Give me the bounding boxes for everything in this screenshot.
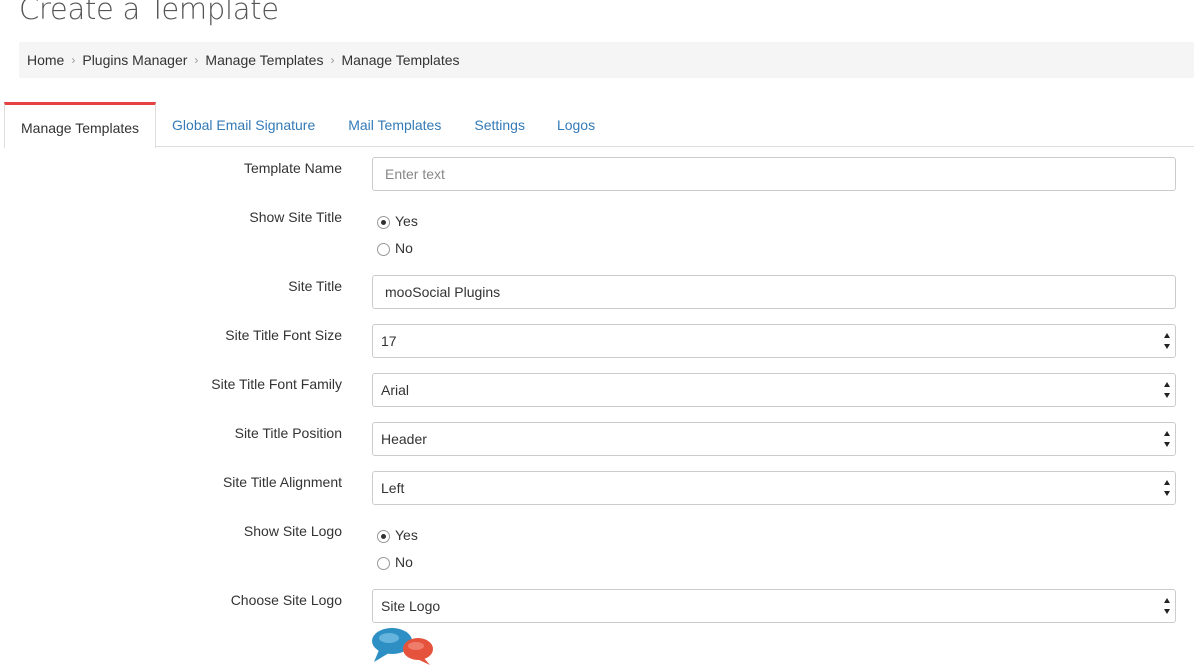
- show-site-logo-label: Show Site Logo: [243, 523, 342, 539]
- tab-bar: Manage Templates Global Email Signature …: [4, 102, 1194, 148]
- show-site-title-no[interactable]: No: [377, 239, 413, 256]
- template-name-label: Template Name: [243, 160, 342, 176]
- choose-logo-label: Choose Site Logo: [230, 592, 342, 608]
- font-size-select[interactable]: 17: [372, 324, 1176, 358]
- site-title-input[interactable]: mooSocial Plugins: [372, 275, 1176, 309]
- alignment-select[interactable]: Left: [372, 471, 1176, 505]
- breadcrumb: Home › Plugins Manager › Manage Template…: [19, 42, 1194, 78]
- radio-label: No: [395, 553, 413, 570]
- select-value: 17: [381, 333, 397, 349]
- page-title: Create a Template: [19, 0, 279, 26]
- tab-global-email-signature[interactable]: Global Email Signature: [156, 102, 331, 147]
- radio-checked-icon[interactable]: [377, 216, 390, 229]
- chevron-right-icon: ›: [194, 53, 199, 67]
- position-label: Site Title Position: [234, 425, 342, 441]
- radio-label: No: [395, 239, 413, 256]
- select-arrows-icon: [1163, 382, 1170, 398]
- select-arrows-icon: [1163, 333, 1170, 349]
- site-title-label: Site Title: [288, 278, 342, 294]
- radio-unchecked-icon[interactable]: [377, 557, 390, 570]
- select-arrows-icon: [1163, 598, 1170, 614]
- radio-label: Yes: [395, 526, 418, 543]
- chevron-right-icon: ›: [71, 53, 76, 67]
- position-select[interactable]: Header: [372, 422, 1176, 456]
- show-site-logo-no[interactable]: No: [377, 553, 413, 570]
- show-site-title-label: Show Site Title: [249, 209, 342, 225]
- alignment-label: Site Title Alignment: [222, 474, 342, 490]
- tab-manage-templates[interactable]: Manage Templates: [4, 102, 157, 148]
- radio-unchecked-icon[interactable]: [377, 243, 390, 256]
- breadcrumb-plugins-manager[interactable]: Plugins Manager: [82, 52, 187, 68]
- font-family-label: Site Title Font Family: [211, 376, 342, 392]
- select-value: Header: [381, 431, 427, 447]
- radio-label: Yes: [395, 212, 418, 229]
- tab-logos[interactable]: Logos: [541, 102, 611, 147]
- breadcrumb-manage-templates[interactable]: Manage Templates: [205, 52, 323, 68]
- select-value: Site Logo: [381, 598, 441, 614]
- show-site-logo-yes[interactable]: Yes: [377, 526, 418, 543]
- breadcrumb-home[interactable]: Home: [27, 52, 64, 68]
- breadcrumb-current: Manage Templates: [341, 52, 460, 68]
- font-size-label: Site Title Font Size: [225, 327, 342, 343]
- select-value: Arial: [381, 382, 410, 398]
- template-name-input[interactable]: Enter text: [372, 157, 1176, 191]
- select-arrows-icon: [1163, 480, 1170, 496]
- tab-mail-templates[interactable]: Mail Templates: [331, 102, 458, 147]
- select-value: Left: [381, 480, 405, 496]
- choose-logo-select[interactable]: Site Logo: [372, 589, 1176, 623]
- radio-checked-icon[interactable]: [377, 530, 390, 543]
- speech-bubbles-logo-icon: [372, 628, 433, 665]
- font-family-select[interactable]: Arial: [372, 373, 1176, 407]
- select-arrows-icon: [1163, 431, 1170, 447]
- tab-settings[interactable]: Settings: [458, 102, 541, 147]
- show-site-title-yes[interactable]: Yes: [377, 212, 418, 229]
- chevron-right-icon: ›: [330, 53, 335, 67]
